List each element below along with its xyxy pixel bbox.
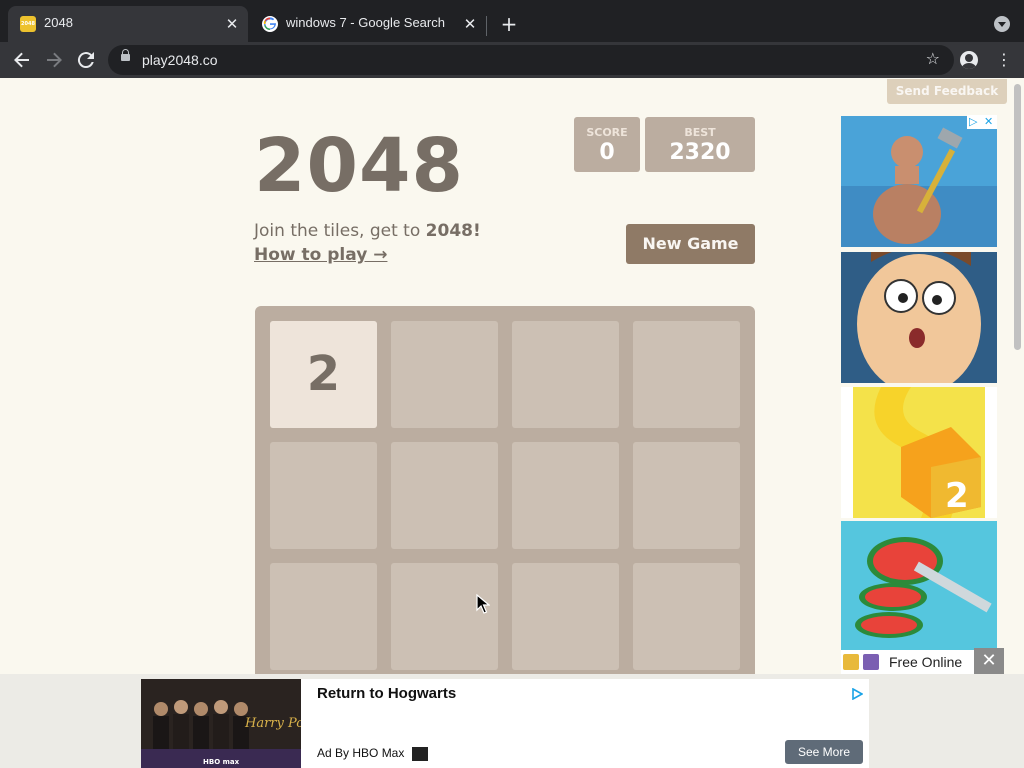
grid-cell — [633, 321, 740, 428]
game-thumb-icon — [843, 654, 859, 670]
free-online-label: Free Online — [889, 654, 963, 670]
hbo-ad-image[interactable]: Harry Potter HBO max — [141, 679, 301, 768]
tab-google-search[interactable]: windows 7 - Google Search ✕ — [250, 6, 486, 42]
score-label: SCORE — [586, 126, 628, 139]
intro-prefix: Join the tiles, get to — [254, 221, 426, 241]
scrollbar-thumb[interactable] — [1014, 84, 1021, 350]
menu-icon[interactable]: ⋮ — [996, 50, 1012, 70]
google-favicon-icon — [262, 16, 278, 32]
lock-icon[interactable] — [121, 49, 130, 61]
best-label: BEST — [684, 126, 716, 139]
intro-text: Join the tiles, get to 2048! — [254, 220, 481, 242]
svg-text:2: 2 — [945, 476, 969, 516]
see-more-button[interactable]: See More — [785, 740, 863, 764]
grid-cell — [512, 563, 619, 670]
best-box: BEST 2320 — [645, 117, 755, 172]
close-tab-icon[interactable]: ✕ — [460, 14, 480, 34]
cartoon-face-game-ad[interactable] — [841, 252, 997, 383]
best-value: 2320 — [669, 140, 731, 165]
hbo-logo-icon — [412, 747, 428, 761]
watermelon-slice-game-ad[interactable] — [841, 521, 997, 652]
ad-headline[interactable]: Return to Hogwarts — [317, 685, 456, 702]
grid-cell — [512, 321, 619, 428]
ad-byline: Ad By HBO Max — [317, 746, 405, 760]
game-thumb-icon — [863, 654, 879, 670]
grid-cell — [270, 442, 377, 549]
game-title: 2048 — [254, 123, 464, 209]
close-ad-button[interactable]: ✕ — [974, 648, 1004, 674]
grid-cell — [633, 563, 740, 670]
reload-icon[interactable] — [74, 48, 98, 72]
adchoices-close-icon: ✕ — [984, 115, 994, 128]
forward-icon[interactable] — [42, 48, 66, 72]
how-to-play-link[interactable]: How to play → — [254, 244, 387, 266]
tab-separator — [486, 16, 487, 36]
side-ad-column[interactable]: 2 — [841, 116, 997, 674]
profile-icon[interactable] — [960, 51, 978, 69]
address-bar[interactable]: play2048.co ☆ — [108, 45, 954, 75]
tab-title: windows 7 - Google Search — [286, 15, 445, 30]
grid-cell — [512, 442, 619, 549]
score-value: 0 — [599, 140, 615, 165]
game-board[interactable]: 2 — [255, 306, 755, 686]
new-tab-icon[interactable]: + — [498, 13, 520, 35]
grid-cell — [391, 321, 498, 428]
tab-bar: 2048 2048 ✕ windows 7 - Google Search ✕ … — [0, 0, 1024, 42]
svg-text:HBO max: HBO max — [203, 758, 240, 766]
2048-favicon-icon: 2048 — [20, 16, 36, 32]
new-game-button[interactable]: New Game — [626, 224, 755, 264]
tab-search-icon[interactable] — [994, 16, 1010, 32]
grid-cell — [391, 563, 498, 670]
tab-2048[interactable]: 2048 2048 ✕ — [8, 6, 248, 42]
adchoices-icon[interactable] — [851, 685, 864, 701]
score-box: SCORE 0 — [574, 117, 640, 172]
grid-cell — [391, 442, 498, 549]
send-feedback-button[interactable]: Send Feedback — [887, 79, 1007, 104]
hammer-man-game-ad[interactable] — [841, 116, 997, 247]
adchoices-triangle-icon: ▷ — [969, 115, 978, 128]
browser-toolbar: play2048.co ☆ ⋮ — [0, 42, 1024, 78]
intro-goal: 2048! — [425, 221, 481, 241]
back-icon[interactable] — [10, 48, 34, 72]
tab-title: 2048 — [44, 15, 73, 30]
svg-text:Harry Potter: Harry Potter — [244, 716, 301, 731]
tile: 2 — [270, 321, 377, 428]
adchoices-icon[interactable]: ▷ ✕ — [967, 115, 997, 129]
star-icon[interactable]: ☆ — [926, 49, 940, 68]
url-text[interactable]: play2048.co — [142, 52, 218, 68]
close-tab-icon[interactable]: ✕ — [222, 14, 242, 34]
grid-cell — [270, 563, 377, 670]
hbo-ad-card[interactable]: Harry Potter HBO max Return to Hogwarts … — [141, 679, 869, 768]
bottom-ad-banner[interactable]: Harry Potter HBO max Return to Hogwarts … — [0, 674, 1024, 768]
grid-cell — [633, 442, 740, 549]
paper-cube-2-game-ad[interactable]: 2 — [841, 387, 997, 518]
